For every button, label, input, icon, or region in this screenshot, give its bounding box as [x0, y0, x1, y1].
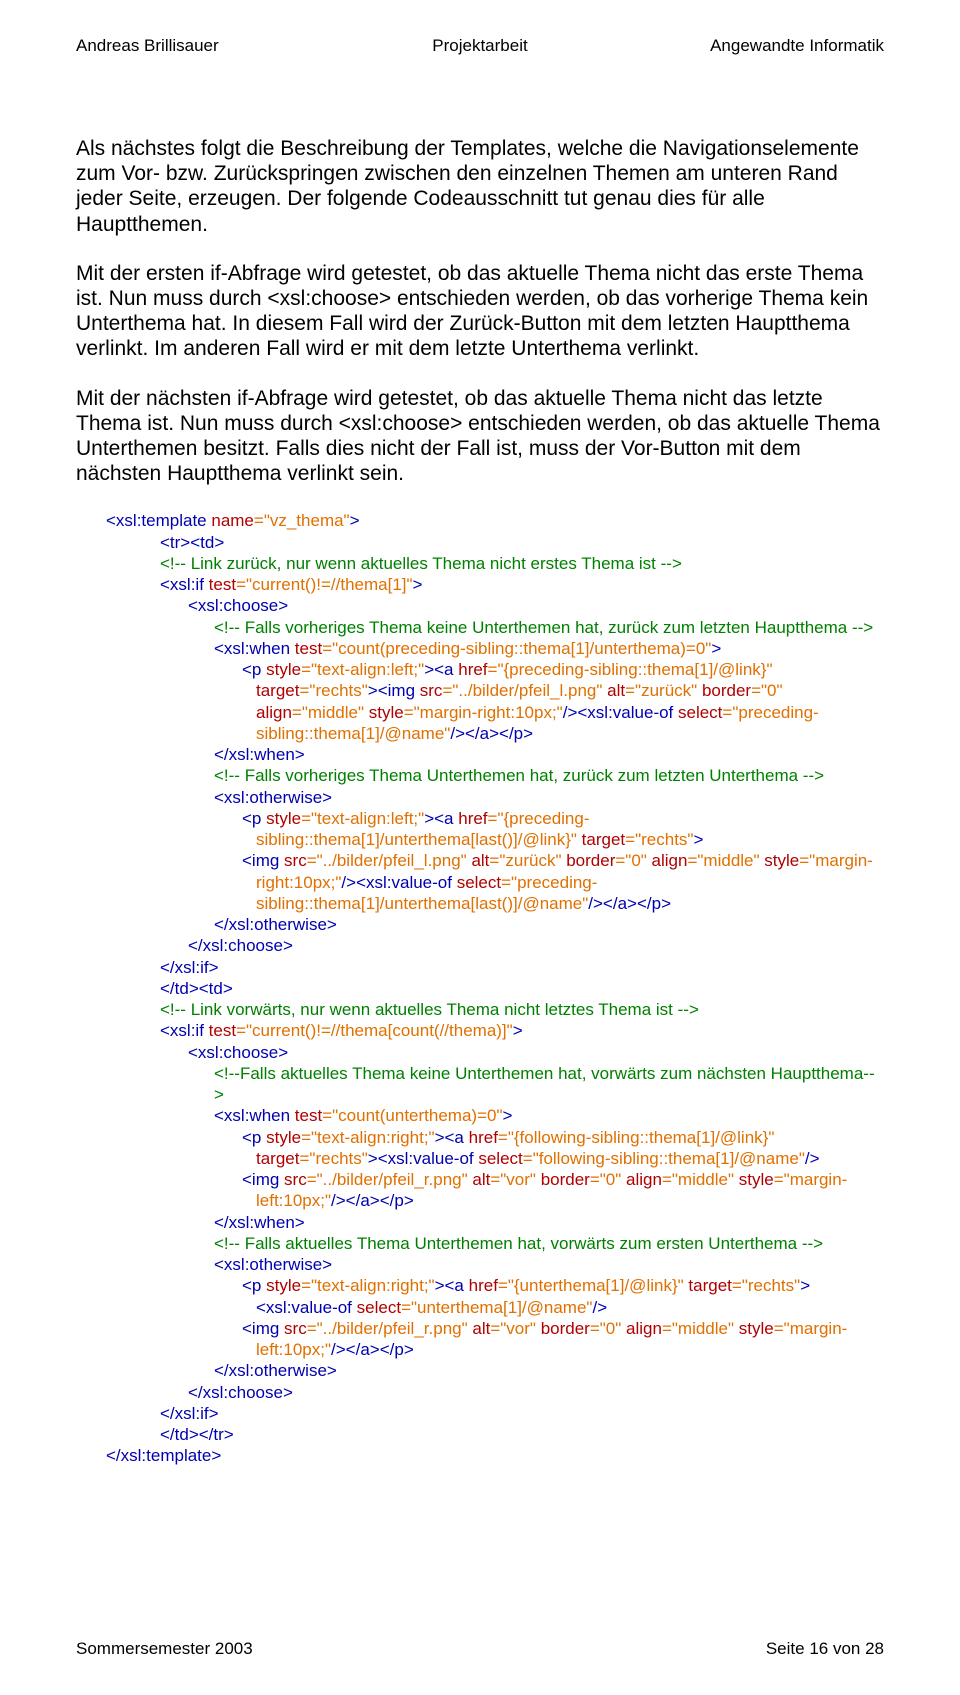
code-line: </xsl:template>	[106, 1445, 884, 1466]
paragraph-2: Mit der ersten if-Abfrage wird getestet,…	[76, 261, 884, 362]
header: Andreas Brillisauer Projektarbeit Angewa…	[76, 36, 884, 56]
code-line: <xsl:if test="current()!=//thema[count(/…	[106, 1020, 884, 1041]
code-line: <img src="../bilder/pfeil_r.png" alt="vo…	[106, 1318, 884, 1361]
code-line: <xsl:if test="current()!=//thema[1]">	[106, 574, 884, 595]
code-line: </xsl:when>	[106, 1212, 884, 1233]
code-line: <p style="text-align:right;"><a href="{f…	[106, 1127, 884, 1170]
code-line: </xsl:choose>	[106, 1382, 884, 1403]
code-line: <!-- Falls vorheriges Thema Unterthemen …	[106, 765, 884, 786]
code-line: <xsl:choose>	[106, 1042, 884, 1063]
code-line: <xsl:otherwise>	[106, 1254, 884, 1275]
code-line: <p style="text-align:right;"><a href="{u…	[106, 1275, 884, 1318]
header-right: Angewandte Informatik	[615, 36, 884, 56]
code-line: <xsl:otherwise>	[106, 787, 884, 808]
code-line: <!-- Falls vorheriges Thema keine Untert…	[106, 617, 884, 638]
code-line: <xsl:choose>	[106, 595, 884, 616]
code-line: </xsl:if>	[106, 1403, 884, 1424]
code-line: <img src="../bilder/pfeil_l.png" alt="zu…	[106, 850, 884, 914]
code-line: </td></tr>	[106, 1424, 884, 1445]
code-line: <tr><td>	[106, 532, 884, 553]
header-left: Andreas Brillisauer	[76, 36, 345, 56]
code-block: <xsl:template name="vz_thema"> <tr><td> …	[106, 510, 884, 1466]
code-line: </xsl:otherwise>	[106, 914, 884, 935]
code-line: <xsl:template name="vz_thema">	[106, 510, 884, 531]
paragraph-3: Mit der nächsten if-Abfrage wird geteste…	[76, 386, 884, 487]
code-line: <img src="../bilder/pfeil_r.png" alt="vo…	[106, 1169, 884, 1212]
paragraph-1: Als nächstes folgt die Beschreibung der …	[76, 136, 884, 237]
code-line: <xsl:when test="count(preceding-sibling:…	[106, 638, 884, 659]
code-line: </td><td>	[106, 978, 884, 999]
code-line: <!-- Link vorwärts, nur wenn aktuelles T…	[106, 999, 884, 1020]
code-line: <!--Falls aktuelles Thema keine Unterthe…	[106, 1063, 884, 1106]
code-line: </xsl:otherwise>	[106, 1360, 884, 1381]
code-line: <!-- Link zurück, nur wenn aktuelles The…	[106, 553, 884, 574]
code-line: <xsl:when test="count(unterthema)=0">	[106, 1105, 884, 1126]
footer: Sommersemester 2003 Seite 16 von 28	[76, 1639, 884, 1659]
footer-left: Sommersemester 2003	[76, 1639, 253, 1659]
header-center: Projektarbeit	[345, 36, 614, 56]
code-line: <p style="text-align:left;"><a href="{pr…	[106, 808, 884, 851]
code-line: </xsl:when>	[106, 744, 884, 765]
footer-right: Seite 16 von 28	[766, 1639, 884, 1659]
code-line: <p style="text-align:left;"><a href="{pr…	[106, 659, 884, 744]
code-line: <!-- Falls aktuelles Thema Unterthemen h…	[106, 1233, 884, 1254]
code-line: </xsl:choose>	[106, 935, 884, 956]
code-line: </xsl:if>	[106, 957, 884, 978]
